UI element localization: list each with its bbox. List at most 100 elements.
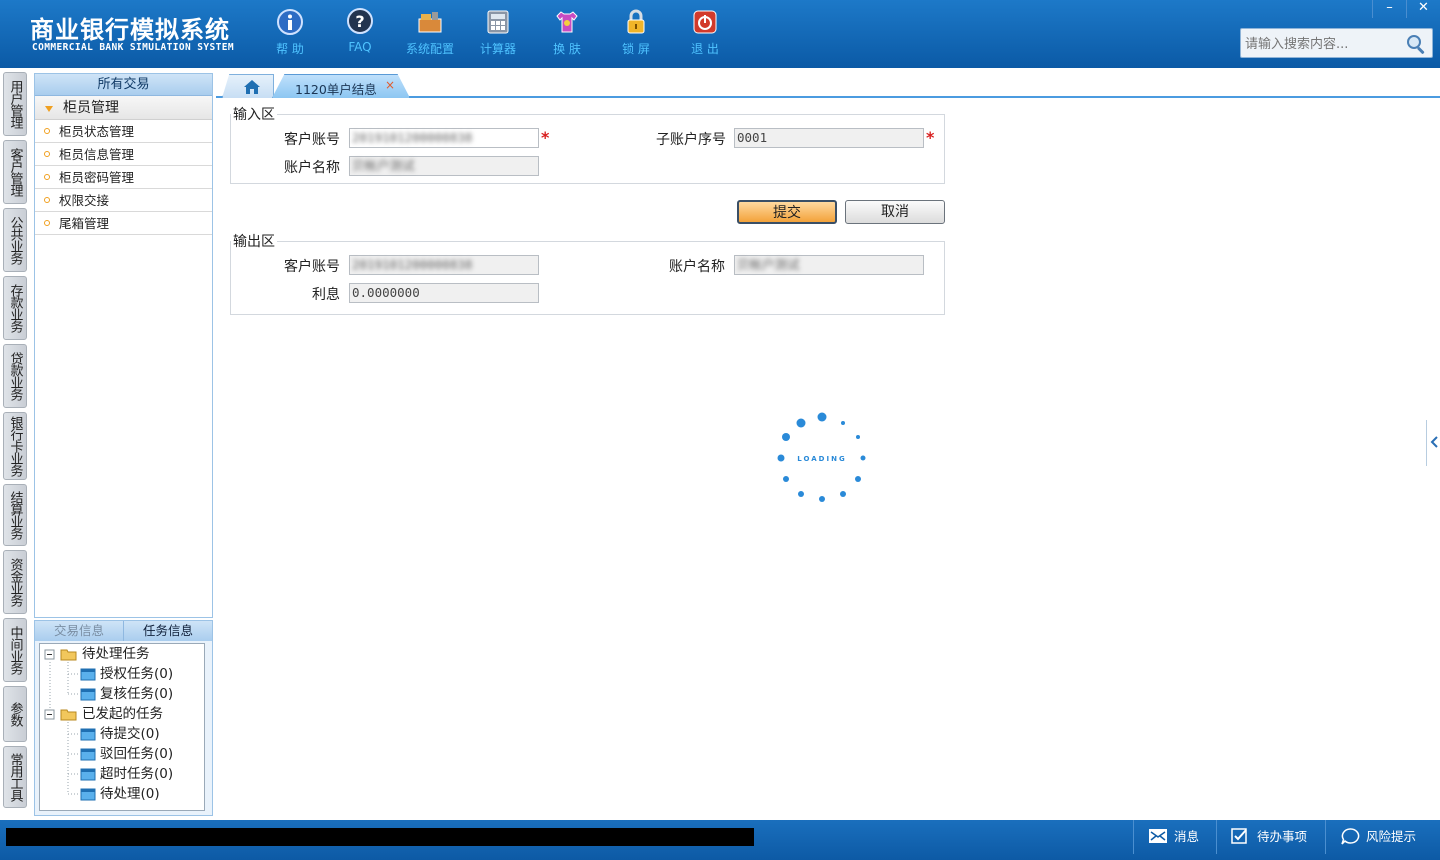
vtab-deposit[interactable]: 存款业务 — [3, 276, 27, 340]
menu-item-teller-info[interactable]: 柜员信息管理 — [35, 143, 212, 166]
minimize-button[interactable]: – — [1372, 0, 1406, 18]
loading-text: LOADING — [797, 455, 846, 463]
sub-account-input[interactable]: 0001 — [734, 128, 924, 148]
system-config-button[interactable]: 系统配置 — [395, 8, 465, 62]
task-panel-tabs: 交易信息 任务信息 — [35, 621, 212, 641]
vtab-user-management[interactable]: 用户管理 — [3, 72, 27, 136]
chat-bubble-icon — [1341, 828, 1360, 845]
window-controls: – ✕ — [1372, 0, 1440, 18]
content-tabbar: 1120单户结息 × — [216, 72, 1440, 98]
window-icon — [80, 788, 96, 800]
triangle-down-icon — [45, 106, 53, 112]
window-icon — [80, 768, 96, 780]
skin-button[interactable]: 换 肤 — [532, 8, 602, 62]
output-area-legend: 输出区 — [233, 234, 275, 250]
app-header: 商业银行模拟系统 COMMERCIAL BANK SIMULATION SYST… — [0, 0, 1440, 68]
tree-item-to-process[interactable]: 待处理(0) — [80, 784, 160, 804]
tree-folder-pending[interactable]: 待处理任务 — [60, 644, 150, 664]
output-account-name-label: 账户名称 — [669, 259, 725, 275]
vtab-bank-card[interactable]: 银行卡业务 — [3, 412, 27, 480]
status-message-area — [6, 828, 754, 846]
account-name-input[interactable]: 贝帐户测试 — [349, 156, 539, 176]
close-window-button[interactable]: ✕ — [1406, 0, 1440, 18]
right-panel-toggle[interactable] — [1426, 420, 1440, 466]
tree-item-review[interactable]: 复核任务(0) — [80, 684, 173, 704]
module-tabs: 用户管理 客户管理 公共业务 存款业务 贷款业务 银行卡业务 结算业务 资金业务… — [0, 68, 30, 820]
app-subtitle: COMMERCIAL BANK SIMULATION SYSTEM — [32, 42, 234, 53]
info-icon — [277, 9, 303, 35]
tab-home[interactable] — [222, 74, 274, 98]
tab-single-account-interest[interactable]: 1120单户结息 × — [272, 74, 410, 98]
input-area-legend: 输入区 — [233, 107, 275, 123]
tree-item-timeout[interactable]: 超时任务(0) — [80, 764, 173, 784]
close-tab-icon[interactable]: × — [385, 78, 395, 92]
help-icon: ? — [347, 8, 373, 34]
menu-header: 所有交易 — [35, 74, 212, 96]
calculator-button[interactable]: 计算器 — [463, 8, 533, 62]
menu-item-permission-handover[interactable]: 权限交接 — [35, 189, 212, 212]
vtab-intermediate[interactable]: 中间业务 — [3, 618, 27, 682]
menu-item-teller-status[interactable]: 柜员状态管理 — [35, 120, 212, 143]
tree-item-to-submit[interactable]: 待提交(0) — [80, 724, 160, 744]
window-icon — [80, 728, 96, 740]
home-icon — [244, 80, 260, 94]
tree-item-authorize[interactable]: 授权任务(0) — [80, 664, 173, 684]
faq-button[interactable]: ? FAQ — [325, 8, 395, 62]
transaction-menu: 所有交易 柜员管理 柜员状态管理 柜员信息管理 柜员密码管理 权限交接 尾箱管理 — [34, 73, 213, 618]
loading-spinner: LOADING — [777, 412, 866, 502]
task-panel: 交易信息 任务信息 待处理任务 授权任务(0) 复核任务(0) 已发起的任务 待… — [34, 620, 213, 816]
risk-alert-button[interactable]: 风险提示 — [1325, 820, 1440, 854]
vtab-funds[interactable]: 资金业务 — [3, 550, 27, 614]
output-account-name-field: 贝帐户测试 — [734, 255, 924, 275]
bullet-icon — [44, 174, 50, 180]
bullet-icon — [44, 220, 50, 226]
toolbox-icon — [418, 12, 442, 33]
shirt-icon — [556, 11, 578, 33]
vtab-settlement[interactable]: 结算业务 — [3, 484, 27, 546]
tree-item-rejected[interactable]: 驳回任务(0) — [80, 744, 173, 764]
search-input[interactable] — [1245, 34, 1405, 54]
output-customer-account-label: 客户账号 — [284, 259, 340, 275]
required-marker: * — [926, 128, 935, 147]
checkbox-icon — [1231, 828, 1247, 844]
vtab-customer-management[interactable]: 客户管理 — [3, 140, 27, 204]
messages-button[interactable]: 消息 — [1133, 820, 1215, 854]
vtab-common-tools[interactable]: 常用工具 — [3, 746, 27, 808]
folder-open-icon — [60, 649, 77, 661]
menu-item-teller-password[interactable]: 柜员密码管理 — [35, 166, 212, 189]
todo-button[interactable]: 待办事项 — [1216, 820, 1324, 854]
vtab-parameters[interactable]: 参数 — [3, 686, 27, 742]
folder-open-icon — [60, 709, 77, 721]
chevron-left-icon — [1430, 436, 1438, 448]
tab-task-info[interactable]: 任务信息 — [124, 621, 212, 641]
search-icon[interactable] — [1404, 32, 1428, 56]
bullet-icon — [44, 151, 50, 157]
bullet-icon — [44, 197, 50, 203]
exit-button[interactable]: 退 出 — [670, 8, 740, 62]
mail-icon — [1149, 829, 1167, 843]
account-name-label: 账户名称 — [284, 160, 340, 176]
vtab-public-business[interactable]: 公共业务 — [3, 208, 27, 272]
submit-button[interactable]: 提交 — [737, 200, 837, 224]
main-content: 输入区 客户账号 2019101200000838 * 子账户序号 0001 *… — [216, 98, 1426, 818]
sub-account-label: 子账户序号 — [656, 132, 726, 148]
customer-account-input[interactable]: 2019101200000838 — [349, 128, 539, 148]
menu-item-cash-box[interactable]: 尾箱管理 — [35, 212, 212, 235]
calculator-icon — [487, 10, 509, 34]
bullet-icon — [44, 128, 50, 134]
task-tree: 待处理任务 授权任务(0) 复核任务(0) 已发起的任务 待提交(0) 驳回任务… — [39, 643, 205, 811]
menu-group-teller-management[interactable]: 柜员管理 — [35, 96, 212, 120]
lock-icon — [627, 9, 645, 34]
window-icon — [80, 748, 96, 760]
window-icon — [80, 688, 96, 700]
lock-screen-button[interactable]: 锁 屏 — [601, 8, 671, 62]
cancel-button[interactable]: 取消 — [845, 200, 945, 224]
help-button[interactable]: 帮 助 — [255, 8, 325, 62]
required-marker: * — [541, 128, 550, 147]
customer-account-label: 客户账号 — [284, 132, 340, 148]
tab-trade-info[interactable]: 交易信息 — [35, 621, 124, 641]
vtab-loan[interactable]: 贷款业务 — [3, 344, 27, 408]
tree-folder-initiated[interactable]: 已发起的任务 — [60, 704, 163, 724]
window-icon — [80, 668, 96, 680]
svg-text:?: ? — [355, 12, 364, 31]
